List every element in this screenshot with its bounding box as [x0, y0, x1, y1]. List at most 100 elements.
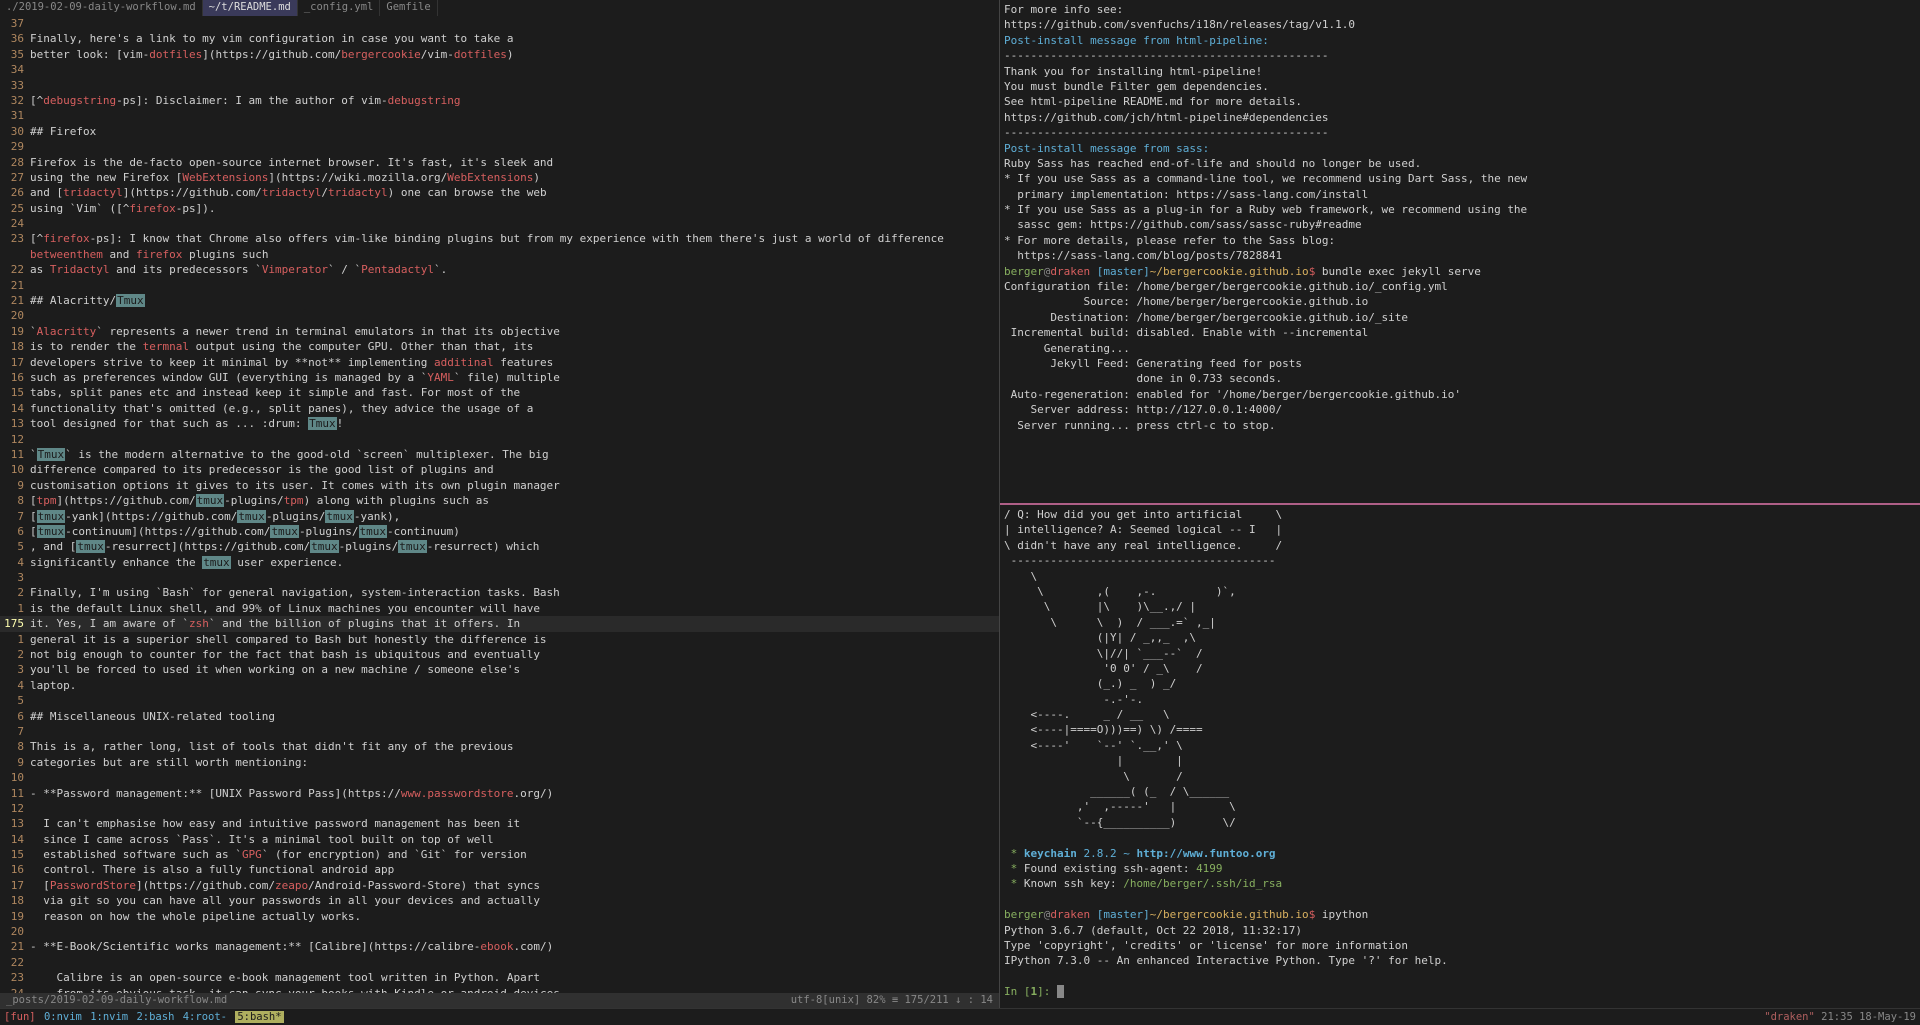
code-line[interactable]: 2Finally, I'm using `Bash` for general n… — [0, 585, 999, 600]
code-line[interactable]: 13tool designed for that such as ... :dr… — [0, 416, 999, 431]
code-line[interactable]: 21## Alacritty/Tmux — [0, 293, 999, 308]
terminal-line: Source: /home/berger/bergercookie.github… — [1004, 294, 1916, 309]
code-line[interactable]: 18is to render the termnal output using … — [0, 339, 999, 354]
code-line[interactable]: 34 — [0, 62, 999, 77]
code-line[interactable]: 35better look: [vim-dotfiles](https://gi… — [0, 47, 999, 62]
code-line[interactable]: 6[tmux-continuum](https://github.com/tmu… — [0, 524, 999, 539]
code-line[interactable]: 12 — [0, 432, 999, 447]
code-line[interactable]: 36Finally, here's a link to my vim confi… — [0, 31, 999, 46]
code-line[interactable]: 8This is a, rather long, list of tools t… — [0, 739, 999, 754]
code-line[interactable]: 22 — [0, 955, 999, 970]
tmux-window[interactable]: 1:nvim — [90, 1011, 128, 1023]
terminal-line: * If you use Sass as a command-line tool… — [1004, 171, 1916, 186]
code-line[interactable]: 21- **E-Book/Scientific works management… — [0, 939, 999, 954]
tmux-window[interactable]: 2:bash — [136, 1011, 174, 1023]
code-line[interactable]: 27using the new Firefox [WebExtensions](… — [0, 170, 999, 185]
terminal-line: Post-install message from html-pipeline: — [1004, 33, 1916, 48]
code-line[interactable]: 2not big enough to counter for the fact … — [0, 647, 999, 662]
buffer-tab[interactable]: _config.yml — [298, 0, 381, 16]
code-line[interactable]: 15 established software such as `GPG` (f… — [0, 847, 999, 862]
code-line[interactable]: 31 — [0, 108, 999, 123]
keychain-line: * Known ssh key: /home/berger/.ssh/id_rs… — [1004, 876, 1916, 891]
code-line[interactable]: 12 — [0, 801, 999, 816]
code-line[interactable]: 11- **Password management:** [UNIX Passw… — [0, 786, 999, 801]
ipython-info: IPython 7.3.0 -- An enhanced Interactive… — [1004, 953, 1916, 968]
code-line[interactable]: 10difference compared to its predecessor… — [0, 462, 999, 477]
tmux-session[interactable]: [fun] — [4, 1011, 42, 1023]
code-line[interactable]: 30## Firefox — [0, 124, 999, 139]
status-pos: utf-8[unix] 82% ≡ 175/211 ↓ : 14 — [791, 993, 993, 1008]
tmux-windows[interactable]: [fun] 0:nvim 1:nvim 2:bash 4:root- 5:bas… — [4, 1010, 286, 1023]
code-line[interactable]: 29 — [0, 139, 999, 154]
terminal-line: Thank you for installing html-pipeline! — [1004, 64, 1916, 79]
code-line[interactable]: 21 — [0, 278, 999, 293]
terminal-line: sassc gem: https://github.com/sass/sassc… — [1004, 217, 1916, 232]
vim-statusbar: _posts/2019-02-09-daily-workflow.md utf-… — [0, 993, 999, 1008]
code-line[interactable]: 24 — [0, 216, 999, 231]
code-line[interactable]: 8[tpm](https://github.com/tmux-plugins/t… — [0, 493, 999, 508]
terminal-line: ----------------------------------------… — [1004, 48, 1916, 63]
code-line[interactable]: 19`Alacritty` represents a newer trend i… — [0, 324, 999, 339]
code-line[interactable]: 32[^debugstring-ps]: Disclaimer: I am th… — [0, 93, 999, 108]
tmux-time: 21:35 — [1821, 1011, 1853, 1023]
terminal-bottom[interactable]: / Q: How did you get into artificial \| … — [1000, 505, 1920, 1008]
buffer-tab[interactable]: ~/t/README.md — [203, 0, 298, 16]
editor[interactable]: 3736Finally, here's a link to my vim con… — [0, 16, 999, 993]
tmux-host: "draken" — [1764, 1011, 1815, 1023]
code-line[interactable]: 7 — [0, 724, 999, 739]
code-line[interactable]: 6## Miscellaneous UNIX-related tooling — [0, 709, 999, 724]
code-line[interactable]: 20 — [0, 308, 999, 323]
terminal-line: Auto-regeneration: enabled for '/home/be… — [1004, 387, 1916, 402]
code-line[interactable]: 1is the default Linux shell, and 99% of … — [0, 601, 999, 616]
ipython-prompt[interactable]: In [1]: — [1004, 984, 1916, 999]
code-line[interactable]: 4laptop. — [0, 678, 999, 693]
terminal-line: Generating... — [1004, 341, 1916, 356]
code-line[interactable]: 3you'll be forced to used it when workin… — [0, 662, 999, 677]
code-line[interactable]: 17developers strive to keep it minimal b… — [0, 355, 999, 370]
terminal-line: Ruby Sass has reached end-of-life and sh… — [1004, 156, 1916, 171]
code-line[interactable]: 13 I can't emphasise how easy and intuit… — [0, 816, 999, 831]
code-line[interactable]: 1general it is a superior shell compared… — [0, 632, 999, 647]
code-line[interactable]: 28Firefox is the de-facto open-source in… — [0, 155, 999, 170]
code-line[interactable]: 20 — [0, 924, 999, 939]
terminal-line: * For more details, please refer to the … — [1004, 233, 1916, 248]
code-line[interactable]: 26and [tridactyl](https://github.com/tri… — [0, 185, 999, 200]
code-line[interactable]: 9categories but are still worth mentioni… — [0, 755, 999, 770]
code-line[interactable]: 23 Calibre is an open-source e-book mana… — [0, 970, 999, 985]
tmux-window[interactable]: 4:root- — [183, 1011, 227, 1023]
buffer-tab[interactable]: Gemfile — [380, 0, 437, 16]
terminal-top[interactable]: For more info see:https://github.com/sve… — [1000, 0, 1920, 505]
code-line[interactable]: 4significantly enhance the tmux user exp… — [0, 555, 999, 570]
code-line[interactable]: 23[^firefox-ps]: I know that Chrome also… — [0, 231, 999, 262]
tmux-statusbar: [fun] 0:nvim 1:nvim 2:bash 4:root- 5:bas… — [0, 1008, 1920, 1024]
code-line[interactable]: 5 — [0, 693, 999, 708]
code-line[interactable]: 33 — [0, 78, 999, 93]
code-line[interactable]: 15tabs, split panes etc and instead keep… — [0, 385, 999, 400]
terminal-line: Incremental build: disabled. Enable with… — [1004, 325, 1916, 340]
code-line[interactable]: 25using `Vim` ([^firefox-ps]). — [0, 201, 999, 216]
main-area: ./2019-02-09-daily-workflow.md~/t/README… — [0, 0, 1920, 1008]
code-line[interactable]: 17 [PasswordStore](https://github.com/ze… — [0, 878, 999, 893]
code-line[interactable]: 3 — [0, 570, 999, 585]
code-line[interactable]: 16such as preferences window GUI (everyt… — [0, 370, 999, 385]
cowsay: / Q: How did you get into artificial \| … — [1004, 507, 1916, 830]
code-line[interactable]: 24 from its obvious task, it can sync yo… — [0, 986, 999, 993]
code-line[interactable]: 19 reason on how the whole pipeline actu… — [0, 909, 999, 924]
tmux-window[interactable]: 0:nvim — [44, 1011, 82, 1023]
code-line[interactable]: 10 — [0, 770, 999, 785]
code-line[interactable]: 22as Tridactyl and its predecessors `Vim… — [0, 262, 999, 277]
buffer-tab[interactable]: ./2019-02-09-daily-workflow.md — [0, 0, 203, 16]
code-line[interactable]: 18 via git so you can have all your pass… — [0, 893, 999, 908]
shell-prompt[interactable]: berger@draken [master]~/bergercookie.git… — [1004, 907, 1916, 922]
tmux-window[interactable]: 5:bash* — [235, 1011, 283, 1023]
terminal-line: primary implementation: https://sass-lan… — [1004, 187, 1916, 202]
code-line[interactable]: 14functionality that's omitted (e.g., sp… — [0, 401, 999, 416]
code-line[interactable]: 37 — [0, 16, 999, 31]
code-line[interactable]: 175it. Yes, I am aware of `zsh` and the … — [0, 616, 999, 631]
code-line[interactable]: 9customisation options it gives to its u… — [0, 478, 999, 493]
code-line[interactable]: 16 control. There is also a fully functi… — [0, 862, 999, 877]
code-line[interactable]: 14 since I came across `Pass`. It's a mi… — [0, 832, 999, 847]
code-line[interactable]: 7[tmux-yank](https://github.com/tmux-plu… — [0, 509, 999, 524]
code-line[interactable]: 11`Tmux` is the modern alternative to th… — [0, 447, 999, 462]
code-line[interactable]: 5, and [tmux-resurrect](https://github.c… — [0, 539, 999, 554]
